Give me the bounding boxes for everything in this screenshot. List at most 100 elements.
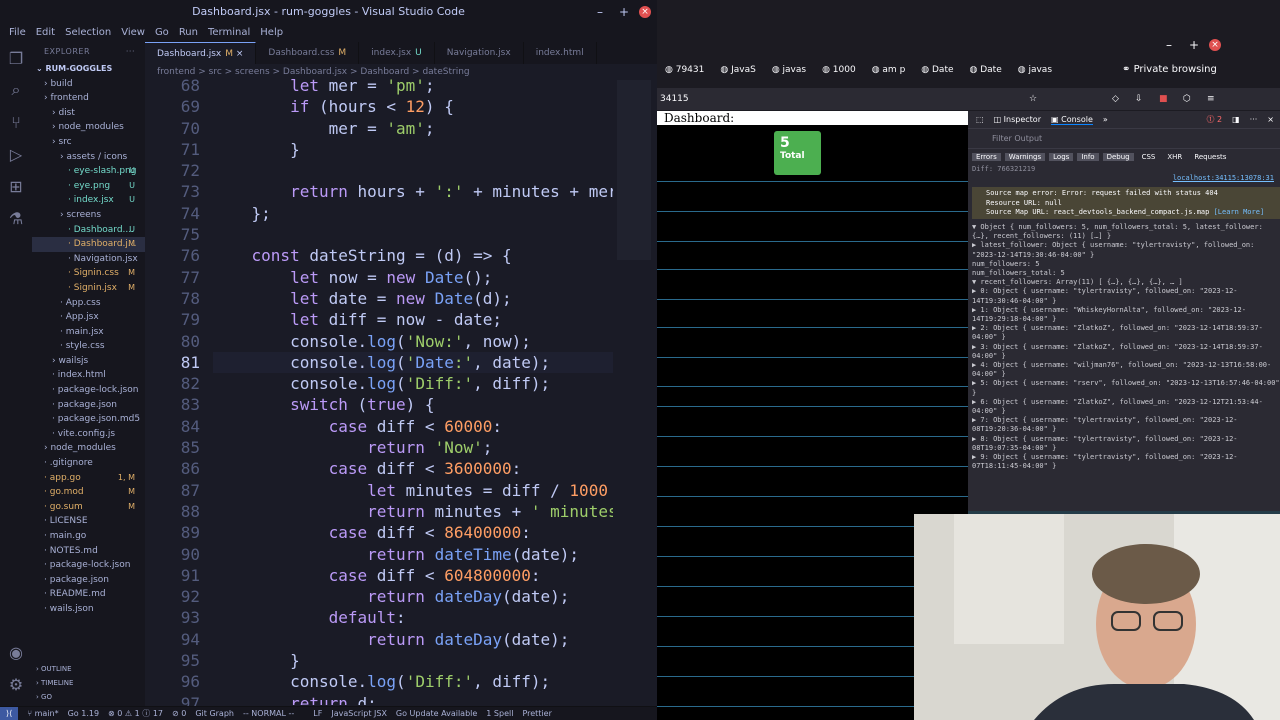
console-object-line[interactable]: ▶ 4: Object { username: "wiljman76", fol… [972, 361, 1280, 379]
file-tree-item[interactable]: › src [32, 135, 145, 150]
console-object-line[interactable]: ▶ 1: Object { username: "WhiskeyHornAlta… [972, 306, 1280, 324]
tab-inspector[interactable]: ◫ Inspector [994, 115, 1041, 124]
console-object-line[interactable]: ▶ 6: Object { username: "ZlatkoZ", follo… [972, 398, 1280, 416]
console-output[interactable]: Diff: 766321219 localhost:34115:13078:31… [968, 165, 1280, 472]
file-tree-item[interactable]: › node_modules [32, 441, 145, 456]
language-status[interactable]: JavaScript JSX [331, 709, 387, 718]
editor-tab[interactable]: index.jsx U [359, 42, 435, 64]
file-tree-item[interactable]: · Signin.css M [32, 266, 145, 281]
file-tree-item[interactable]: · README.md [32, 587, 145, 602]
browser-maximize-icon[interactable]: + [1189, 38, 1199, 52]
editor-tab[interactable]: Dashboard.jsx M × [145, 42, 257, 64]
code-line[interactable]: return dateDay(date); [213, 586, 613, 607]
branch-status[interactable]: ⑂ main* [27, 709, 58, 718]
code-line[interactable]: return hours + ':' + minutes + mer [213, 181, 613, 202]
ports-status[interactable]: ⊘ 0 [172, 709, 186, 718]
code-line[interactable] [213, 224, 613, 245]
code-line[interactable]: return d; [213, 693, 613, 705]
file-tree-item[interactable]: › node_modules [32, 120, 145, 135]
console-category-toggle[interactable]: Info [1077, 153, 1099, 161]
console-category-toggle[interactable]: Debug [1102, 153, 1134, 161]
file-tree-item[interactable]: · eye-slash.png U [32, 164, 145, 179]
dock-icon[interactable]: ◨ [1232, 115, 1240, 124]
console-object-line[interactable]: num_followers: 5 [972, 260, 1280, 269]
outline-section[interactable]: › OUTLINE [32, 662, 145, 676]
tab-close-icon[interactable]: × [233, 49, 244, 59]
console-object-line[interactable]: ▶ latest_follower: Object { username: "t… [972, 241, 1280, 259]
run-debug-icon[interactable]: ▷ [0, 138, 32, 170]
pick-element-icon[interactable]: ⬚ [976, 115, 984, 124]
file-tree-item[interactable]: › dist [32, 106, 145, 121]
console-object-tree[interactable]: ▼ Object { num_followers: 5, num_followe… [972, 223, 1280, 471]
console-object-line[interactable]: ▶ 0: Object { username: "tylertravisty",… [972, 287, 1280, 305]
code-line[interactable] [213, 160, 613, 181]
console-object-line[interactable]: ▶ 9: Object { username: "tylertravisty",… [972, 453, 1280, 471]
code-line[interactable]: let diff = now - date; [213, 309, 613, 330]
file-tree-item[interactable]: · package-lock.json [32, 383, 145, 398]
code-line[interactable]: return 'Now'; [213, 437, 613, 458]
browser-tab[interactable]: ◍ JavaS [712, 65, 763, 75]
settings-gear-icon[interactable]: ⚙ [0, 668, 32, 700]
file-tree-item[interactable]: · wails.json [32, 602, 145, 617]
console-object-line[interactable]: ▼ Object { num_followers: 5, num_followe… [972, 223, 1280, 241]
code-line[interactable]: if (hours < 12) { [213, 96, 613, 117]
download-icon[interactable]: ⇩ [1135, 88, 1143, 110]
file-tree-item[interactable]: · eye.png U [32, 179, 145, 194]
file-tree-item[interactable]: · Dashboard.j... M [32, 237, 145, 252]
browser-tab[interactable]: ◍ Date [962, 65, 1010, 75]
browser-tab[interactable]: ◍ javas [764, 65, 814, 75]
file-tree-item[interactable]: · go.mod M [32, 485, 145, 500]
file-tree-item[interactable]: · index.html [32, 368, 145, 383]
code-line[interactable]: return minutes + ' minutes [213, 501, 613, 522]
close-icon[interactable]: × [639, 6, 651, 18]
explorer-root[interactable]: ⌄ RUM-GOGGLES [32, 62, 145, 77]
file-tree-item[interactable]: › frontend [32, 91, 145, 106]
minimize-icon[interactable]: – [597, 0, 603, 24]
remote-indicator[interactable]: ⟩⟨ [0, 706, 19, 720]
file-tree-item[interactable]: › wailsjs [32, 354, 145, 369]
menu-item[interactable]: Help [255, 24, 288, 42]
console-object-line[interactable]: ▶ 2: Object { username: "ZlatkoZ", follo… [972, 324, 1280, 342]
menu-item[interactable]: Edit [31, 24, 60, 42]
code-line[interactable]: console.log('Date:', date); [213, 351, 613, 374]
console-category-toggle[interactable]: XHR [1163, 153, 1186, 161]
testing-icon[interactable]: ⚗ [0, 202, 32, 234]
browser-close-icon[interactable]: × [1209, 39, 1221, 51]
console-object-line[interactable]: ▶ 8: Object { username: "tylertravisty",… [972, 435, 1280, 453]
url-bar[interactable]: 34115 ☆ ◇ ⇩ ■ ⬡ ≡ [657, 88, 1280, 110]
console-object-line[interactable]: ▼ recent_followers: Array(11) [ {…}, {…}… [972, 278, 1280, 287]
explorer-icon[interactable]: ❐ [0, 42, 32, 74]
account-icon[interactable]: ◉ [0, 636, 32, 668]
git-graph-status[interactable]: Git Graph [195, 709, 234, 718]
bookmark-star-icon[interactable]: ☆ [1029, 88, 1037, 110]
file-tree-item[interactable]: · Navigation.jsx [32, 252, 145, 267]
timeline-section[interactable]: › TIMELINE [32, 676, 145, 690]
code-line[interactable]: return dateDay(date); [213, 629, 613, 650]
file-tree-item[interactable]: · NOTES.md [32, 544, 145, 559]
code-line[interactable]: return dateTime(date); [213, 544, 613, 565]
more-tabs-icon[interactable]: » [1103, 115, 1108, 124]
code-line[interactable]: mer = 'am'; [213, 118, 613, 139]
file-tree-item[interactable]: · vite.config.js [32, 427, 145, 442]
devtools-options-icon[interactable]: ··· [1250, 115, 1258, 124]
code-line[interactable]: let now = new Date(); [213, 267, 613, 288]
console-category-toggle[interactable]: Requests [1190, 153, 1230, 161]
learn-more-link[interactable]: [Learn More] [1214, 208, 1265, 216]
code-line[interactable]: case diff < 86400000: [213, 522, 613, 543]
code-line[interactable]: console.log('Now:', now); [213, 331, 613, 352]
go-update-status[interactable]: Go Update Available [396, 709, 477, 718]
code-line[interactable]: } [213, 650, 613, 671]
file-tree-item[interactable]: · Dashboard.... U [32, 223, 145, 238]
code-line[interactable]: let minutes = diff / 1000 [213, 480, 613, 501]
file-tree-item[interactable]: · main.go [32, 529, 145, 544]
source-control-icon[interactable]: ⑂ [0, 106, 32, 138]
maximize-icon[interactable]: + [619, 0, 629, 24]
console-filter-input[interactable]: Filter Output [968, 129, 1280, 149]
code-line[interactable]: switch (true) { [213, 394, 613, 415]
code-line[interactable]: } [213, 139, 613, 160]
file-tree-item[interactable]: · .gitignore [32, 456, 145, 471]
menu-item[interactable]: Terminal [203, 24, 255, 42]
file-tree-item[interactable]: · LICENSE [32, 514, 145, 529]
tab-console[interactable]: ▣ Console [1051, 115, 1093, 125]
console-category-toggle[interactable]: Errors [972, 153, 1001, 161]
